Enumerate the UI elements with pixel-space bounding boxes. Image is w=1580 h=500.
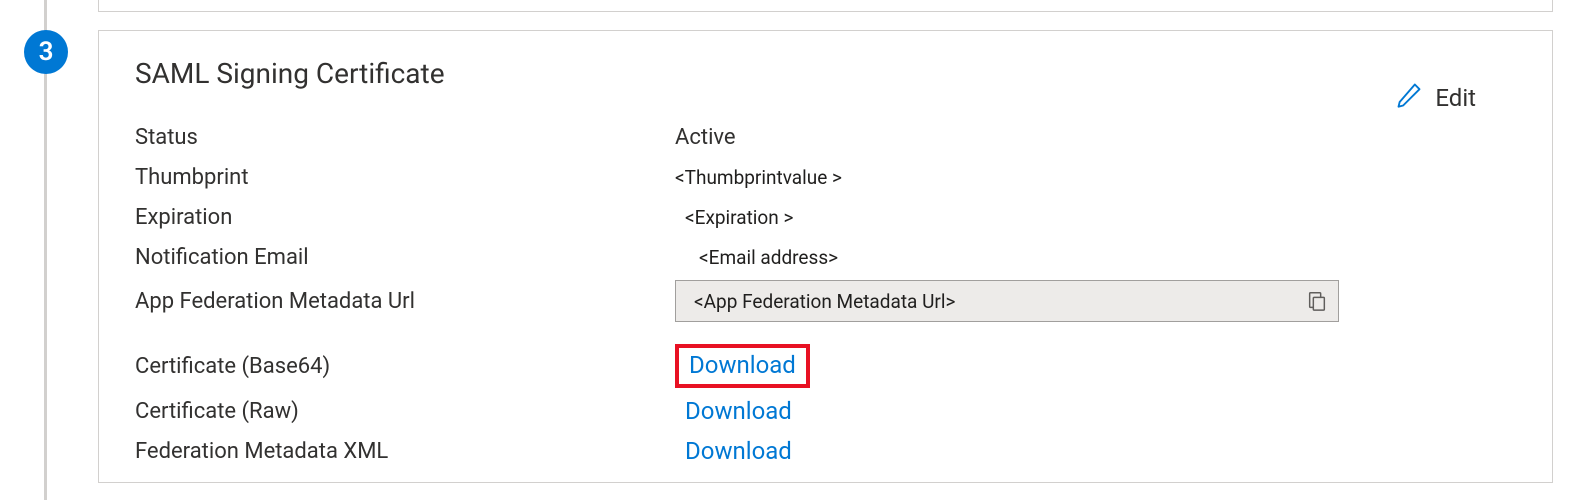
status-value: Active [675, 125, 736, 150]
card-title: SAML Signing Certificate [135, 57, 445, 90]
certificate-raw-label: Certificate (Raw) [135, 399, 675, 424]
metadata-url-label: App Federation Metadata Url [135, 289, 675, 314]
saml-signing-certificate-card: SAML Signing Certificate Edit Status Act… [98, 30, 1553, 483]
download-certificate-base64-link[interactable]: Download [689, 351, 796, 379]
field-status: Status Active [135, 120, 1516, 154]
thumbprint-value: <Thumbprintvalue > [675, 166, 842, 189]
download-federation-metadata-xml-link[interactable]: Download [685, 437, 792, 465]
step-number: 3 [39, 37, 54, 67]
timeline-rail [44, 0, 47, 500]
notification-email-label: Notification Email [135, 245, 675, 270]
field-certificate-raw: Certificate (Raw) Download [135, 394, 1516, 428]
pencil-icon [1395, 81, 1423, 115]
field-expiration: Expiration <Expiration > [135, 200, 1516, 234]
expiration-label: Expiration [135, 205, 675, 230]
metadata-url-field[interactable]: <App Federation Metadata Url> [675, 280, 1339, 322]
notification-email-value: <Email address> [675, 246, 838, 269]
field-thumbprint: Thumbprint <Thumbprintvalue > [135, 160, 1516, 194]
field-notification-email: Notification Email <Email address> [135, 240, 1516, 274]
thumbprint-label: Thumbprint [135, 165, 675, 190]
edit-button[interactable]: Edit [1395, 81, 1476, 115]
step-badge: 3 [24, 30, 68, 74]
field-federation-metadata-xml: Federation Metadata XML Download [135, 434, 1516, 468]
federation-metadata-xml-label: Federation Metadata XML [135, 439, 675, 464]
expiration-value: <Expiration > [675, 206, 793, 229]
copy-icon[interactable] [1306, 290, 1328, 312]
status-label: Status [135, 125, 675, 150]
field-certificate-base64: Certificate (Base64) Download [135, 344, 1516, 388]
certificate-base64-label: Certificate (Base64) [135, 354, 675, 379]
field-metadata-url: App Federation Metadata Url <App Federat… [135, 280, 1516, 322]
metadata-url-value: <App Federation Metadata Url> [694, 290, 1306, 313]
download-certificate-raw-link[interactable]: Download [685, 397, 792, 425]
previous-card-edge [98, 0, 1553, 12]
edit-label: Edit [1435, 84, 1476, 112]
